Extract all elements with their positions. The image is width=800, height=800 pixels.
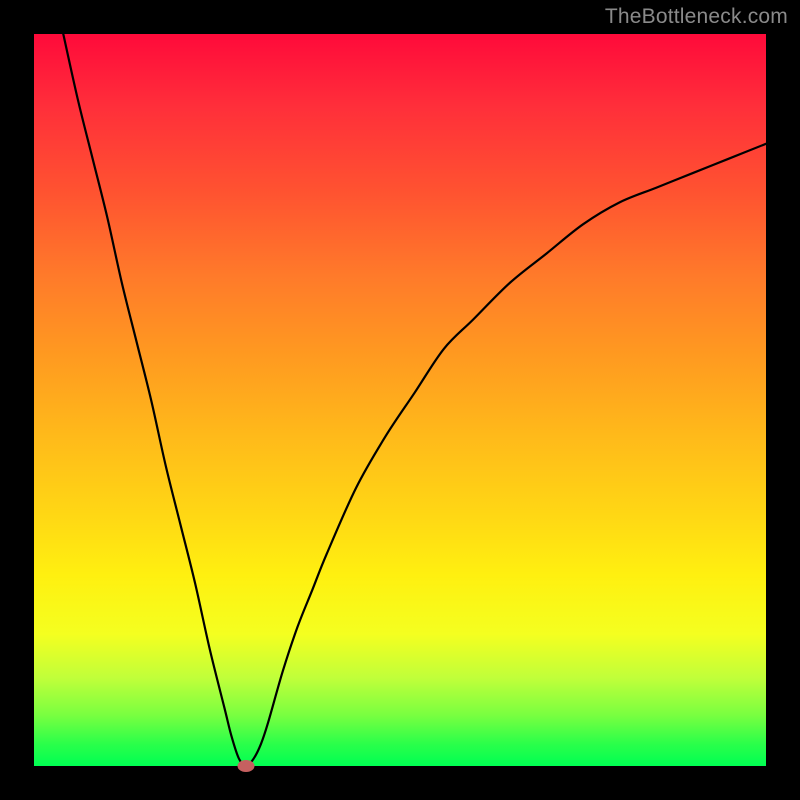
chart-curve-path: [63, 34, 766, 766]
chart-curve-svg: [34, 34, 766, 766]
chart-plot-area: [34, 34, 766, 766]
watermark-label: TheBottleneck.com: [605, 5, 788, 29]
chart-frame: TheBottleneck.com: [0, 0, 800, 800]
chart-marker-dot: [238, 760, 255, 772]
